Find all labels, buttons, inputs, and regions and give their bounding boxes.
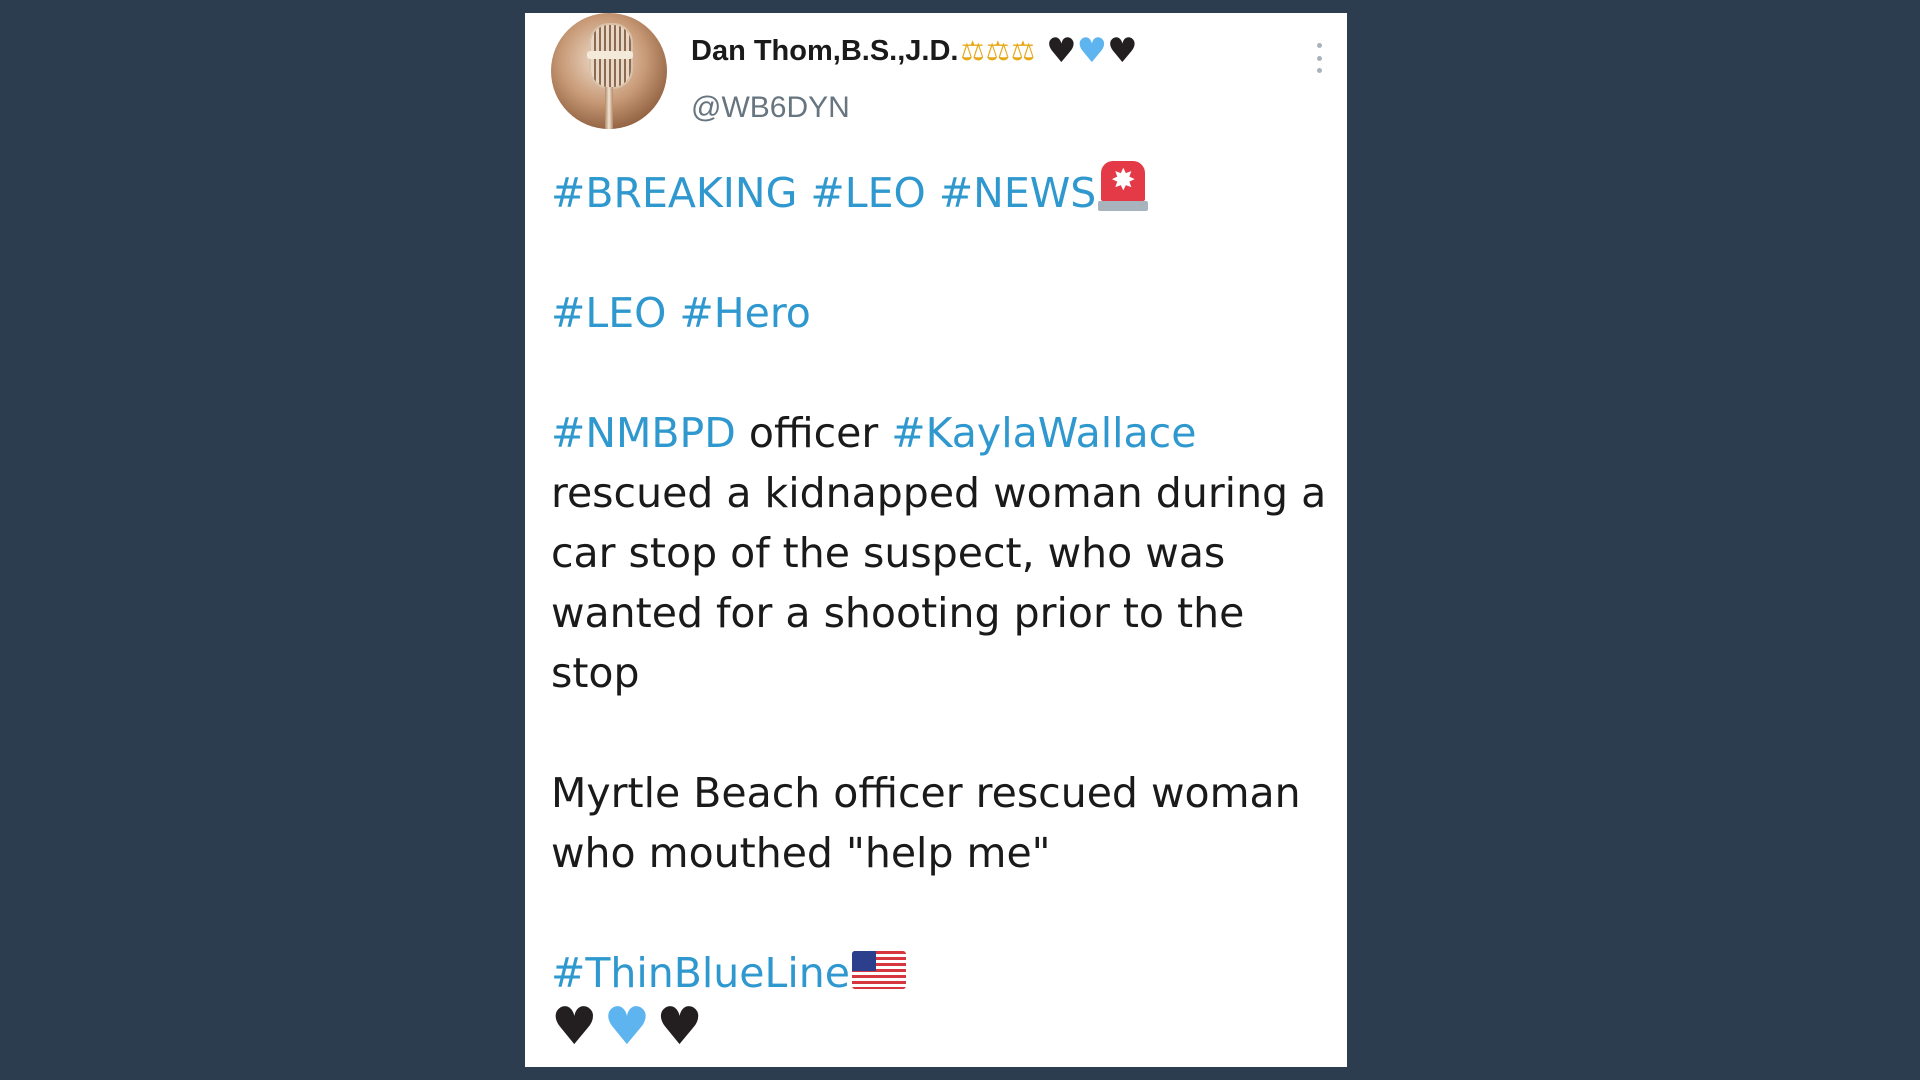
hashtag-news[interactable]: #NEWS [939, 169, 1097, 217]
hashtag-nmbpd[interactable]: #NMBPD [551, 409, 736, 457]
story-text: rescued a kidnapped woman during a car s… [551, 469, 1327, 697]
microphone-band [587, 51, 633, 59]
black-heart-icon: ♥ [1107, 30, 1138, 71]
hashtag-breaking[interactable]: #BREAKING [551, 169, 797, 217]
us-flag-icon [851, 951, 906, 989]
hashtag-thinblueline[interactable]: #ThinBlueLine [551, 949, 850, 997]
hashtag-line-1: #BREAKING #LEO #NEWS ✸ [551, 161, 1331, 223]
tweet-card: Dan Thom,B.S.,J.D. ⚖⚖⚖ ♥♥♥ @WB6DYN #BREA… [525, 13, 1347, 1067]
black-heart-icon: ♥ [656, 997, 703, 1057]
black-heart-icon: ♥ [551, 997, 598, 1057]
display-name[interactable]: Dan Thom,B.S.,J.D. [691, 35, 958, 68]
police-siren-icon: ✸ [1098, 161, 1149, 213]
black-heart-icon: ♥ [1046, 30, 1077, 71]
microphone-stand [605, 87, 613, 129]
thin-blue-line-line: #ThinBlueLine [551, 943, 1331, 1003]
hashtag-hero[interactable]: #Hero [679, 289, 810, 337]
blue-heart-icon: ♥ [603, 997, 651, 1057]
hashtag-kaylawallace[interactable]: #KaylaWallace [891, 409, 1196, 457]
name-hearts: ♥♥♥ [1046, 32, 1137, 71]
name-row: Dan Thom,B.S.,J.D. ⚖⚖⚖ ♥♥♥ [691, 31, 1138, 71]
user-handle[interactable]: @WB6DYN [691, 91, 850, 125]
hashtag-leo[interactable]: #LEO [551, 289, 666, 337]
blue-heart-icon: ♥ [1076, 30, 1108, 71]
more-vertical-icon[interactable] [1317, 43, 1323, 73]
word-officer: officer [748, 409, 879, 457]
hashtag-leo[interactable]: #LEO [810, 169, 925, 217]
hearts-row: ♥ ♥ ♥ [551, 1001, 1331, 1053]
headline-paragraph: Myrtle Beach officer rescued woman who m… [551, 769, 1301, 877]
avatar[interactable] [551, 13, 667, 129]
tweet-body: #BREAKING #LEO #NEWS ✸ #LEO #Hero #NMBPD … [551, 161, 1331, 1053]
balance-scale-icon: ⚖⚖⚖ [960, 35, 1037, 67]
hashtag-line-2: #LEO #Hero [551, 283, 1331, 343]
story-paragraph: #NMBPD officer #KaylaWallace rescued a k… [551, 403, 1331, 703]
